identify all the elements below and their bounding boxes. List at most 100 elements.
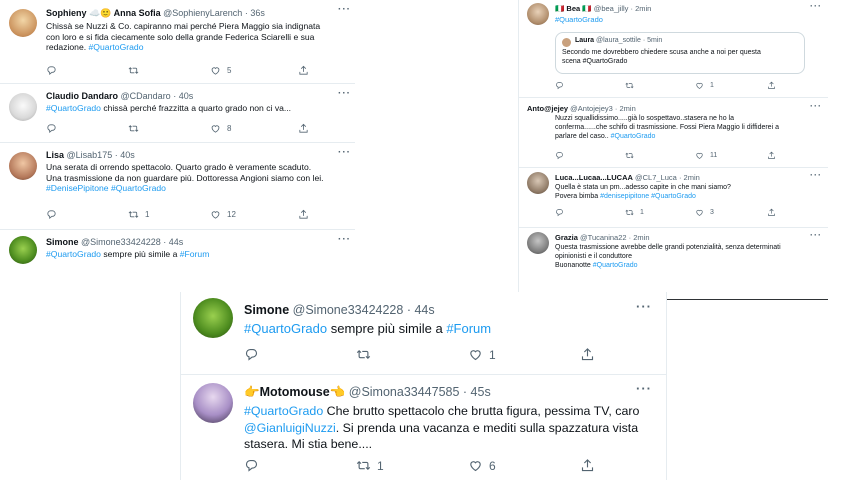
hashtag-link[interactable]: #QuartoGrado xyxy=(46,249,101,259)
share-icon[interactable] xyxy=(298,65,309,76)
more-icon[interactable]: ··· xyxy=(338,4,351,15)
like-icon[interactable]: 11 xyxy=(695,151,767,160)
hashtag-link[interactable]: #QuartoGrado xyxy=(244,404,323,418)
tweet-time[interactable]: · 2min xyxy=(679,173,700,182)
hashtag-link[interactable]: #QuartoGrado xyxy=(89,42,144,52)
more-icon[interactable]: ··· xyxy=(338,234,351,245)
hashtag-link[interactable]: #QuartoGrado xyxy=(611,133,656,140)
quote-time[interactable]: · 5min xyxy=(643,37,662,44)
reply-icon[interactable] xyxy=(244,347,356,362)
quote-author-name[interactable]: Laura xyxy=(575,37,594,44)
like-icon[interactable]: 6 xyxy=(468,458,580,473)
tweet-handle[interactable]: @Lisab175 xyxy=(67,150,113,160)
tweet[interactable]: Claudio Dandaro @CDandaro · 40s ··· #Qua… xyxy=(0,84,355,143)
share-icon[interactable] xyxy=(298,209,309,220)
reply-icon[interactable] xyxy=(555,208,625,217)
hashtag-link[interactable]: #QuartoGrado xyxy=(593,262,638,269)
hashtag-link[interactable]: #QuartoGrado xyxy=(244,321,327,336)
retweet-icon[interactable]: 1 xyxy=(356,458,468,473)
avatar[interactable] xyxy=(527,3,549,25)
tweet-time[interactable]: · 44s xyxy=(407,303,435,317)
tweet-author-name[interactable]: Luca...Lucaa...LUCAA xyxy=(555,173,633,182)
quote-handle[interactable]: @laura_sottile xyxy=(596,37,641,44)
tweet-handle[interactable]: @Simone33424228 xyxy=(293,303,404,317)
avatar[interactable] xyxy=(9,93,37,121)
tweet[interactable]: Anto@jejey @Antojejey3 · 2min ··· Nuzzi … xyxy=(519,100,828,168)
mention-link[interactable]: @GianluigiNuzzi xyxy=(244,421,336,435)
like-icon[interactable]: 5 xyxy=(210,65,298,76)
tweet[interactable]: Simone @Simone33424228 · 44s ··· #Quarto… xyxy=(0,230,355,282)
retweet-icon[interactable] xyxy=(128,123,210,134)
quoted-tweet[interactable]: Laura @laura_sottile · 5min Secondo me d… xyxy=(555,32,805,74)
tweet-handle[interactable]: @Tucanina22 xyxy=(580,233,627,242)
tweet-author-name[interactable]: Sophieny ☁️🙂 Anna Sofia xyxy=(46,8,161,18)
like-icon[interactable]: 8 xyxy=(210,123,298,134)
tweet[interactable]: Simone @Simone33424228 · 44s ··· #Quarto… xyxy=(181,292,666,375)
reply-icon[interactable] xyxy=(46,209,128,220)
tweet[interactable]: 👉Motomouse👈 @Simona33447585 · 45s ··· #Q… xyxy=(181,375,666,480)
retweet-icon[interactable]: 1 xyxy=(625,208,695,217)
share-icon[interactable] xyxy=(767,208,776,217)
tweet-author-name[interactable]: Grazia xyxy=(555,233,578,242)
more-icon[interactable]: ··· xyxy=(338,147,351,158)
tweet-author-name[interactable]: Simone xyxy=(46,237,79,247)
avatar[interactable] xyxy=(193,298,233,338)
hashtag-link[interactable]: #DenisePipitone #QuartoGrado xyxy=(46,183,351,194)
reply-icon[interactable] xyxy=(244,458,356,473)
tweet-author-name[interactable]: Claudio Dandaro xyxy=(46,91,118,101)
tweet[interactable]: Luca...Lucaa...LUCAA @CL7_Luca · 2min ··… xyxy=(519,168,828,228)
avatar[interactable] xyxy=(527,232,549,254)
more-icon[interactable]: ··· xyxy=(636,299,652,314)
more-icon[interactable]: ··· xyxy=(810,170,822,180)
tweet-time[interactable]: · 2min xyxy=(615,104,636,113)
tweet-time[interactable]: · 2min xyxy=(631,4,652,13)
tweet-time[interactable]: · 45s xyxy=(463,385,491,399)
tweet-author-name[interactable]: Simone xyxy=(244,303,289,317)
hashtag-link[interactable]: #QuartoGrado xyxy=(46,103,101,113)
like-icon[interactable]: 3 xyxy=(695,208,767,217)
avatar[interactable] xyxy=(9,236,37,264)
tweet-time[interactable]: · 2min xyxy=(629,233,650,242)
tweet-handle[interactable]: @CDandaro xyxy=(121,91,171,101)
tweet[interactable]: 🇮🇹 Bea 🇮🇹 @bea_jilly · 2min ··· #QuartoG… xyxy=(519,0,828,98)
tweet-handle[interactable]: @Simona33447585 xyxy=(349,385,460,399)
tweet-handle[interactable]: @Antojejey3 xyxy=(570,104,613,113)
more-icon[interactable]: ··· xyxy=(810,230,822,240)
more-icon[interactable]: ··· xyxy=(810,101,822,111)
hashtag-link[interactable]: #Forum xyxy=(446,321,491,336)
tweet-time[interactable]: · 40s xyxy=(115,150,135,160)
reply-icon[interactable] xyxy=(555,151,625,160)
tweet-author-name[interactable]: Anto@jejey xyxy=(527,104,568,113)
avatar[interactable] xyxy=(9,9,37,37)
like-icon[interactable]: 1 xyxy=(695,81,767,90)
tweet-handle[interactable]: @bea_jilly xyxy=(594,4,629,13)
reply-icon[interactable] xyxy=(555,81,625,90)
tweet[interactable]: Sophieny ☁️🙂 Anna Sofia @SophienyLarench… xyxy=(0,0,355,84)
tweet-time[interactable]: · 40s xyxy=(173,91,193,101)
retweet-icon[interactable] xyxy=(625,151,695,160)
hashtag-link[interactable]: #QuartoGrado xyxy=(555,15,603,24)
tweet[interactable]: Grazia @Tucanina22 · 2min ··· Questa tra… xyxy=(519,228,828,299)
avatar[interactable] xyxy=(193,383,233,423)
retweet-icon[interactable] xyxy=(356,347,468,362)
share-icon[interactable] xyxy=(580,458,595,473)
reply-icon[interactable] xyxy=(46,65,128,76)
tweet-handle[interactable]: @SophienyLarench xyxy=(163,8,242,18)
tweet-author-name[interactable]: 👉Motomouse👈 xyxy=(244,385,345,399)
retweet-icon[interactable] xyxy=(625,81,695,90)
tweet-time[interactable]: · 36s xyxy=(245,8,265,18)
more-icon[interactable]: ··· xyxy=(810,1,822,11)
share-icon[interactable] xyxy=(767,151,776,160)
share-icon[interactable] xyxy=(298,123,309,134)
tweet-time[interactable]: · 44s xyxy=(163,237,183,247)
like-icon[interactable]: 12 xyxy=(210,209,298,220)
retweet-icon[interactable]: 1 xyxy=(128,209,210,220)
share-icon[interactable] xyxy=(767,81,776,90)
like-icon[interactable]: 1 xyxy=(468,347,580,362)
avatar[interactable] xyxy=(527,172,549,194)
tweet-handle[interactable]: @Simone33424228 xyxy=(81,237,161,247)
tweet-author-name[interactable]: Lisa xyxy=(46,150,64,160)
hashtag-link[interactable]: #Forum xyxy=(180,249,210,259)
avatar[interactable] xyxy=(562,38,571,47)
more-icon[interactable]: ··· xyxy=(338,88,351,99)
